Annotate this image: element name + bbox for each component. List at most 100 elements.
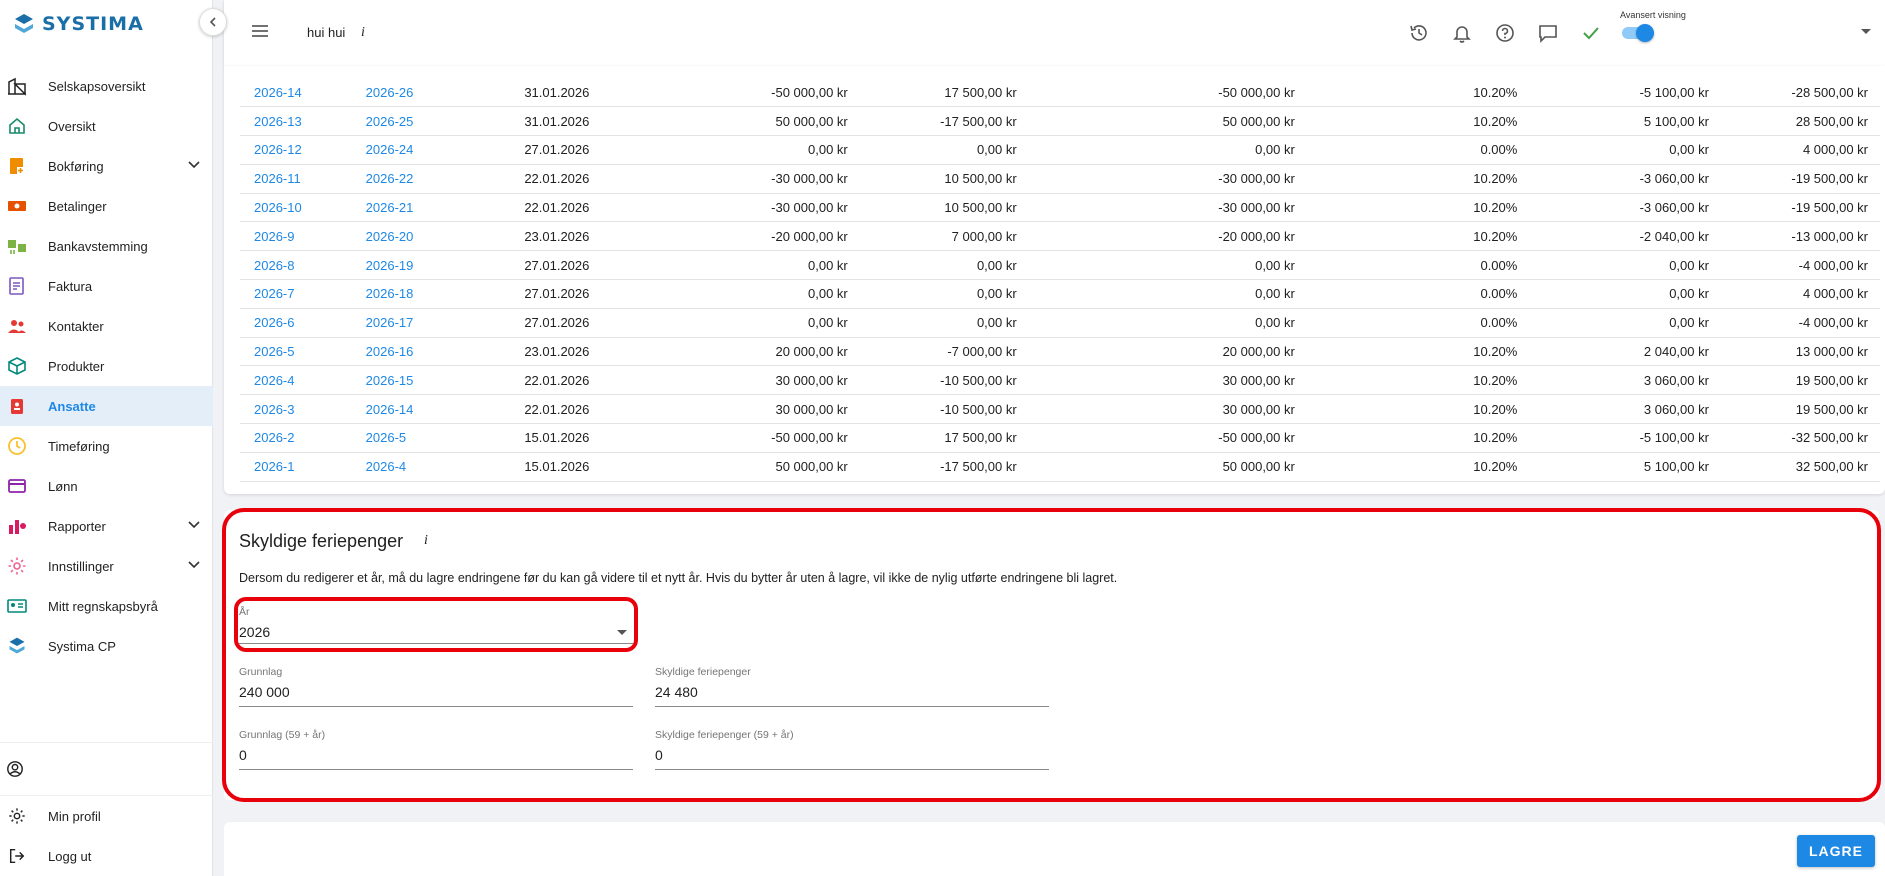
skyldige-feriepenger-field[interactable]: Skyldige feriepenger 24 480 [655,666,1049,707]
cell-voucher-link[interactable]: 2026-11 [240,164,366,194]
cell-reference-link[interactable]: 2026-25 [365,106,525,137]
cell-voucher-link[interactable]: 2026-10 [240,193,366,223]
sidebar-item-oversikt[interactable]: Oversikt [0,106,213,146]
cell-balance: -4 000,00 kr [1708,308,1880,338]
cell-reference-link[interactable]: 2026-4 [365,452,525,482]
sidebar-item-betalinger[interactable]: Betalinger [0,186,213,226]
cell-reference-link[interactable]: 2026-19 [365,250,525,281]
cell-voucher-link[interactable]: 2026-12 [240,135,366,165]
sidebar-item-ansatte[interactable]: Ansatte [0,386,213,426]
sidebar-item-bankavstemming[interactable]: Bankavstemming [0,226,213,266]
table-row: 2026-10 2026-21 22.01.2026 -30 000,00 kr 10 … [240,193,1880,223]
cell-holiday-pay: 2 040,00 kr [1517,337,1709,367]
chevron-left-icon [209,17,216,27]
sidebar-item-produkter[interactable]: Produkter [0,346,213,386]
cell-reference-link[interactable]: 2026-22 [365,164,525,194]
sidebar-item-logg-ut[interactable]: Logg ut [0,836,213,876]
sidebar-item-label: Min profil [48,808,101,824]
sidebar-item-bokføring[interactable]: Bokføring [0,146,213,186]
cell-voucher-link[interactable]: 2026-2 [240,423,366,453]
cell-voucher-link[interactable]: 2026-1 [240,452,366,482]
chart-icon [6,515,28,537]
field-label: Skyldige feriepenger [655,666,751,678]
home-icon [6,115,28,137]
cell-reference-link[interactable]: 2026-15 [365,365,525,396]
chevron-down-icon[interactable] [187,158,201,175]
sidebar-item-label: Produkter [48,358,105,374]
bell-icon[interactable] [1451,22,1473,44]
cell-holiday-pay: -5 100,00 kr [1517,423,1709,453]
cell-voucher-link[interactable]: 2026-5 [240,337,366,367]
cell-reference-link[interactable]: 2026-14 [365,394,525,425]
cell-amount: 0,00 kr [662,250,848,281]
cell-voucher-link[interactable]: 2026-13 [240,106,366,137]
app-logo[interactable]: SYSTIMA [12,12,144,36]
chevron-down-icon[interactable] [187,558,201,575]
company-name[interactable]: hui hui [307,25,345,40]
cell-amount: 30 000,00 kr [662,394,848,425]
grunnlag-field[interactable]: Grunnlag 240 000 [239,666,633,707]
cell-voucher-link[interactable]: 2026-9 [240,221,366,252]
cell-basis: 30 000,00 kr [1016,365,1295,396]
chevron-down-icon[interactable] [617,630,627,635]
grunnlag-59-field[interactable]: Grunnlag (59 + år) 0 [239,729,633,770]
sidebar-item-faktura[interactable]: Faktura [0,266,213,306]
sidebar-item-selskapsoversikt[interactable]: Selskapsoversikt [0,66,213,106]
gear-icon [6,805,28,827]
collapse-sidebar-button[interactable] [199,8,227,36]
toggle-knob[interactable] [1636,24,1654,42]
sidebar-item-timeføring[interactable]: Timeføring [0,426,213,466]
cell-date: 22.01.2026 [524,394,663,425]
skyldige-feriepenger-59-field[interactable]: Skyldige feriepenger (59 + år) 0 [655,729,1049,770]
cell-reference-link[interactable]: 2026-5 [365,423,525,453]
chat-icon[interactable] [1537,22,1559,44]
check-icon[interactable] [1580,22,1602,44]
cell-reference-link[interactable]: 2026-24 [365,135,525,165]
cell-voucher-link[interactable]: 2026-6 [240,308,366,338]
cell-voucher-link[interactable]: 2026-8 [240,250,366,281]
user-account[interactable] [0,742,213,796]
cell-balance: -32 500,00 kr [1708,423,1880,453]
cell-voucher-link[interactable]: 2026-14 [240,78,366,108]
info-icon[interactable]: i [424,533,428,549]
cell-rate: 0.00% [1294,250,1518,281]
cell-reference-link[interactable]: 2026-17 [365,308,525,338]
book-icon [6,155,28,177]
help-icon[interactable] [1494,22,1516,44]
sidebar-item-label: Mitt regnskapsbyrå [48,598,158,614]
sidebar-item-lønn[interactable]: Lønn [0,466,213,506]
cell-holiday-pay: 3 060,00 kr [1517,394,1709,425]
cell-balance: 13 000,00 kr [1708,337,1880,367]
cell-tax-amount: -10 500,00 kr [847,394,1017,425]
sidebar-item-min-profil[interactable]: Min profil [0,796,213,836]
sidebar-item-systima-cp[interactable]: Systima CP [0,626,213,666]
table-row: 2026-4 2026-15 22.01.2026 30 000,00 kr -10 5… [240,365,1880,396]
sidebar-item-innstillinger[interactable]: Innstillinger [0,546,213,586]
table-row: 2026-13 2026-25 31.01.2026 50 000,00 kr -17 … [240,106,1880,137]
cell-reference-link[interactable]: 2026-16 [365,337,525,367]
cell-reference-link[interactable]: 2026-26 [365,78,525,108]
cell-reference-link[interactable]: 2026-18 [365,279,525,309]
cell-rate: 0.00% [1294,135,1518,165]
chevron-down-icon[interactable] [1861,29,1871,34]
sidebar-item-label: Oversikt [48,118,96,134]
company-info-icon[interactable]: i [361,25,365,41]
sidebar-item-mitt-regnskapsbyrå[interactable]: Mitt regnskapsbyrå [0,586,213,626]
gear-icon [6,555,28,577]
cell-voucher-link[interactable]: 2026-4 [240,365,366,396]
cell-reference-link[interactable]: 2026-20 [365,221,525,252]
chevron-down-icon[interactable] [187,518,201,535]
cell-voucher-link[interactable]: 2026-3 [240,394,366,425]
cell-date: 22.01.2026 [524,164,663,194]
save-button[interactable]: LAGRE [1797,835,1875,867]
menu-icon[interactable] [251,22,269,40]
sidebar-item-rapporter[interactable]: Rapporter [0,506,213,546]
history-icon[interactable] [1408,22,1430,44]
cell-voucher-link[interactable]: 2026-7 [240,279,366,309]
cell-rate: 10.20% [1294,365,1518,396]
sidebar-item-label: Betalinger [48,198,107,214]
sidebar-item-kontakter[interactable]: Kontakter [0,306,213,346]
cell-holiday-pay: 5 100,00 kr [1517,106,1709,137]
cell-reference-link[interactable]: 2026-21 [365,193,525,223]
year-select[interactable]: År 2026 [239,606,633,644]
